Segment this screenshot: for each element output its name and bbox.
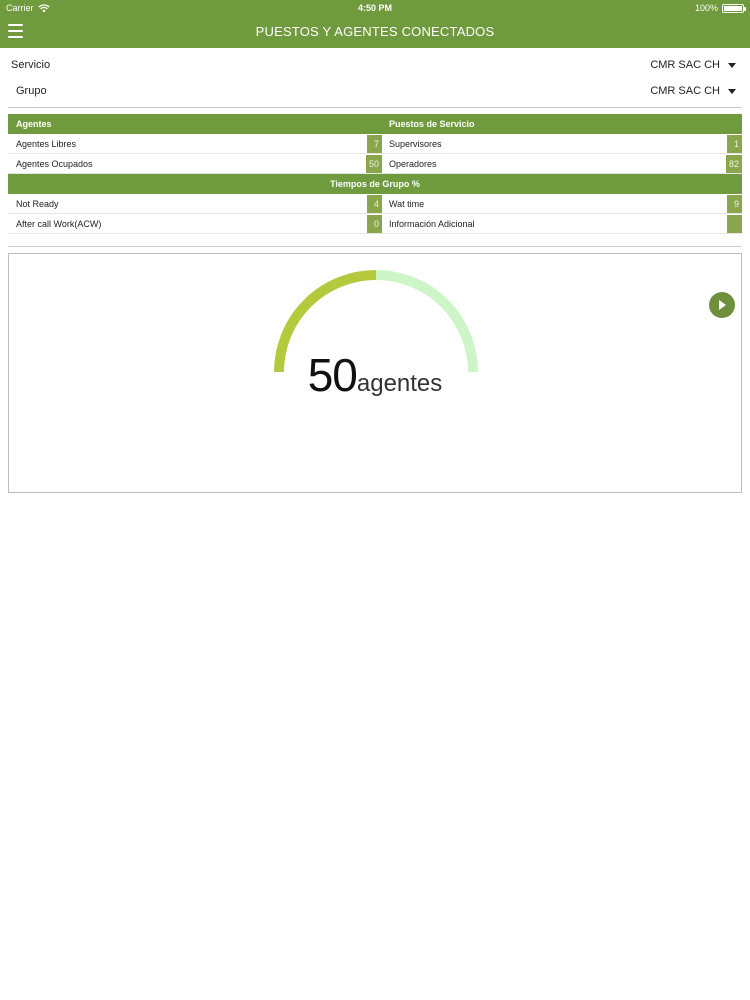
nav-header: PUESTOS Y AGENTES CONECTADOS [0,16,750,48]
wat-time-value: 9 [727,195,742,213]
acw-label: After call Work(ACW) [16,219,102,229]
not-ready-label: Not Ready [16,199,59,209]
operadores-label: Operadores [389,159,437,169]
grupo-selector-row: Grupo CMR SAC CH [0,80,750,104]
battery-icon [722,3,746,13]
battery-percent: 100% [694,3,718,13]
servicio-dropdown[interactable]: CMR SAC CH [650,59,736,71]
grupo-label: Grupo [16,85,47,97]
agentes-ocupados-value: 50 [365,155,382,173]
app-top-bar: Carrier 4:50 PM 100% PUESTOS Y AGENTES C… [0,0,750,48]
agentes-ocupados-label: Agentes Ocupados [16,159,93,169]
supervisores-value: 1 [727,135,742,153]
agentes-libres-value: 7 [367,135,382,153]
servicio-label: Servicio [11,59,51,71]
table-row: Agentes Libres 7 Supervisores 1 [8,134,742,154]
page-title: PUESTOS Y AGENTES CONECTADOS [255,24,495,39]
operadores-value: 82 [725,155,742,173]
status-bar: Carrier 4:50 PM 100% [0,0,750,16]
chevron-down-icon [728,88,736,94]
table-row: Not Ready 4 Wat time 9 [8,194,742,214]
tiempos-header: Tiempos de Grupo % [330,179,420,189]
status-time: 4:50 PM [357,3,392,13]
stats-table: Agentes Puestos de Servicio Agentes Libr… [8,114,742,234]
chevron-down-icon [728,62,736,68]
agentes-libres-label: Agentes Libres [16,139,77,149]
divider [8,107,742,108]
table-row: After call Work(ACW) 0 Información Adici… [8,214,742,234]
gauge-panel: 50agentes [8,253,742,493]
gauge-value: 50 [307,349,358,401]
not-ready-value: 4 [367,195,382,213]
tiempos-header-band: Tiempos de Grupo % [8,174,742,194]
gauge-unit: agentes [356,370,443,397]
servicio-selector-row: Servicio CMR SAC CH [0,54,750,78]
informacion-adicional-label: Información Adicional [389,219,475,229]
play-icon[interactable] [709,292,735,318]
grupo-value: CMR SAC CH [650,85,720,97]
wat-time-label: Wat time [389,199,425,209]
agentes-puestos-header: Agentes Puestos de Servicio [8,114,742,134]
supervisores-label: Supervisores [389,139,442,149]
gauge-readout: 50agentes [9,348,741,402]
informacion-adicional-value [727,215,742,233]
servicio-value: CMR SAC CH [650,59,720,71]
grupo-dropdown[interactable]: CMR SAC CH [650,85,736,97]
table-row: Agentes Ocupados 50 Operadores 82 [8,154,742,174]
agentes-header: Agentes [16,119,52,129]
puestos-header: Puestos de Servicio [389,119,475,129]
divider [8,246,742,247]
acw-value: 0 [367,215,382,233]
